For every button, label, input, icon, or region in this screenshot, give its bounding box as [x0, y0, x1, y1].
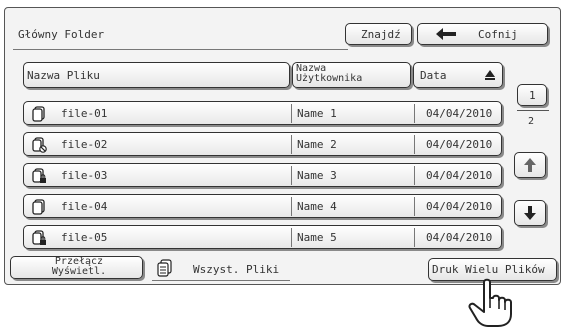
file-row[interactable]: file-02 Name 2 04/04/2010	[23, 132, 502, 156]
file-user: Name 2	[297, 138, 337, 151]
file-locked-icon	[32, 168, 46, 183]
file-name: file-01	[61, 107, 108, 120]
current-page: 1	[529, 89, 536, 102]
file-row[interactable]: file-03 Name 3 04/04/2010	[23, 163, 502, 187]
file-user: Name 5	[297, 231, 337, 244]
all-files-label: Wszyst. Pliki	[193, 263, 280, 276]
file-date: 04/04/2010	[426, 231, 493, 244]
arrow-down-icon	[524, 206, 536, 220]
column-header-username[interactable]: Nazwa Użytkownika	[292, 62, 411, 88]
title-underline	[13, 49, 348, 50]
file-name: file-02	[61, 138, 108, 151]
all-files-icon	[157, 259, 172, 277]
column-header-filename[interactable]: Nazwa Pliku	[23, 62, 290, 88]
file-name: file-03	[61, 169, 108, 182]
file-date: 04/04/2010	[426, 107, 493, 120]
file-row[interactable]: file-05 Name 5 04/04/2010	[23, 225, 502, 249]
page-divider	[517, 110, 549, 111]
folder-title: Główny Folder	[18, 28, 105, 41]
file-browser-panel: Główny Folder Znajdź Cofnij Nazwa Pliku …	[4, 7, 561, 285]
file-date: 04/04/2010	[426, 169, 493, 182]
scroll-down-button[interactable]	[514, 200, 546, 226]
all-files-underline	[152, 280, 290, 281]
file-locked-icon	[32, 230, 46, 245]
back-button[interactable]: Cofnij	[417, 23, 548, 45]
sort-ascending-icon	[485, 70, 495, 80]
file-user: Name 1	[297, 107, 337, 120]
file-user: Name 4	[297, 200, 337, 213]
arrow-up-icon	[524, 158, 536, 172]
column-header-date[interactable]: Data	[413, 62, 503, 88]
file-name: file-05	[61, 231, 108, 244]
file-user: Name 3	[297, 169, 337, 182]
file-blocked-icon	[32, 137, 47, 153]
file-date: 04/04/2010	[426, 138, 493, 151]
file-icon	[32, 199, 45, 215]
file-icon	[32, 106, 45, 122]
arrow-left-icon	[436, 28, 456, 40]
file-name: file-04	[61, 200, 108, 213]
total-pages: 2	[528, 116, 535, 127]
scroll-up-button[interactable]	[514, 152, 546, 178]
file-date: 04/04/2010	[426, 200, 493, 213]
switch-view-button[interactable]: Przełącz Wyświetl.	[10, 256, 143, 279]
file-row[interactable]: file-04 Name 4 04/04/2010	[23, 194, 502, 218]
hand-pointer-icon	[468, 278, 512, 327]
search-button[interactable]: Znajdź	[345, 23, 412, 45]
file-row[interactable]: file-01 Name 1 04/04/2010	[23, 101, 502, 125]
current-page-button[interactable]: 1	[517, 84, 547, 106]
